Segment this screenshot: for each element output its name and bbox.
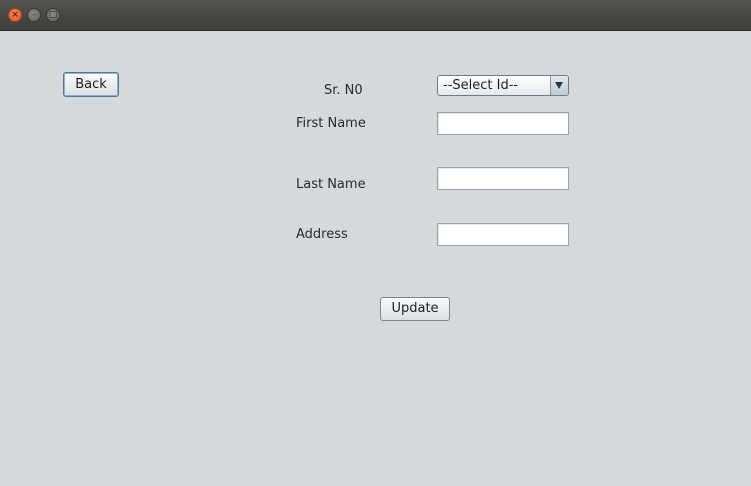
sr-no-select[interactable]: --Select Id--	[437, 75, 569, 96]
update-button[interactable]: Update	[380, 297, 450, 321]
last-name-field[interactable]	[437, 167, 569, 190]
address-field[interactable]	[437, 223, 569, 246]
last-name-label: Last Name	[296, 177, 366, 192]
sr-no-label: Sr. N0	[324, 83, 363, 98]
dropdown-arrow-icon[interactable]	[550, 76, 568, 95]
title-bar: × – □	[0, 0, 751, 31]
sr-no-selected-value: --Select Id--	[443, 78, 519, 93]
close-window-icon[interactable]: ×	[8, 8, 22, 22]
first-name-label: First Name	[296, 116, 366, 131]
maximize-window-icon[interactable]: □	[46, 8, 60, 22]
app-window: × – □ Back Sr. N0 --Select Id-- First Na…	[0, 0, 751, 486]
address-label: Address	[296, 227, 348, 242]
first-name-field[interactable]	[437, 112, 569, 135]
minimize-window-icon[interactable]: –	[27, 8, 41, 22]
back-button[interactable]: Back	[63, 72, 119, 97]
